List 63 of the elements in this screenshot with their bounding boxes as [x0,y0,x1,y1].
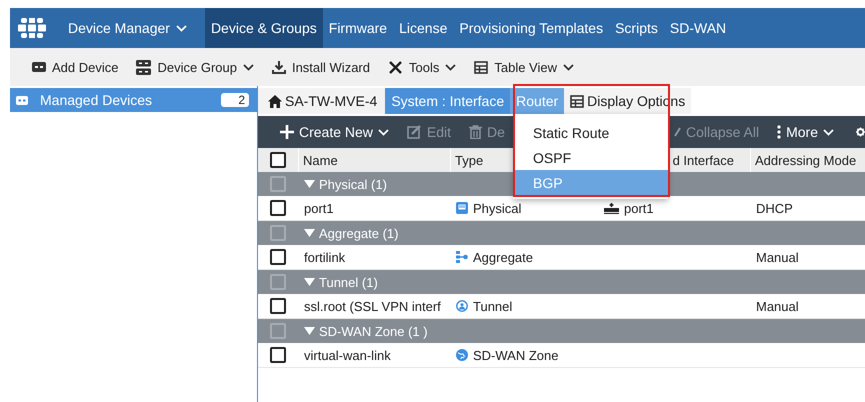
more-icon [777,125,782,139]
checkbox[interactable] [270,249,286,265]
checkbox[interactable] [270,200,286,216]
expanded-triangle-icon [304,278,315,286]
table-cell: SD-WAN Zone [450,348,598,362]
home-icon [268,94,282,108]
expanded-triangle-icon [304,180,315,188]
expanded-triangle-icon [304,229,315,237]
trash-icon [469,125,482,139]
port-icon [456,202,468,214]
table-cell-text: Manual [755,298,800,314]
checkbox[interactable] [270,323,286,339]
checkbox[interactable] [270,176,286,192]
aggregate-icon [456,251,468,263]
server-group-icon [136,60,152,74]
nav-tab[interactable]: Provisioning Templates [453,8,610,48]
toolbar-button[interactable]: Device Group [136,60,254,74]
table-icon [570,94,584,108]
expanded-triangle-icon [304,327,315,335]
toolbar-button[interactable]: More [777,124,834,140]
toolbar-button[interactable]: Tools [388,60,456,74]
nav-tab[interactable]: SD-WAN [664,8,732,48]
checkbox[interactable] [270,347,286,363]
menu-item[interactable]: Static Route [513,120,668,145]
nav-tab[interactable]: Firmware [322,8,394,48]
device-icon [16,96,28,104]
checkbox[interactable] [270,225,286,241]
table-cell: Aggregate [450,250,598,264]
checkbox[interactable] [270,298,286,314]
table-cell-text: Manual [755,250,800,264]
table-icon [474,60,488,74]
logo-icon [18,18,46,38]
nav-tab[interactable]: License [393,8,454,48]
edit-icon [406,125,422,139]
tunnel-icon [456,300,468,312]
globe-icon [456,349,468,361]
nav-tab[interactable]: Scripts [609,8,664,48]
plus-icon [280,125,294,139]
table-cell: Physical [450,200,598,216]
device-icon [32,62,46,72]
table-cell-text: DHCP [755,200,794,216]
table-cell-text: fortilink [303,250,346,264]
toolbar-button[interactable]: Table View [474,60,574,74]
download-icon [272,60,286,74]
nav-tab[interactable]: Device Manager [62,8,205,48]
toolbar-button[interactable]: Create New [280,124,389,140]
table-cell-text: ssl.root (SSL VPN interf [303,298,442,314]
checkbox[interactable] [270,152,286,168]
table-cell: Tunnel [450,298,598,314]
table-cell-text: virtual-wan-link [303,348,392,362]
count-badge: 2 [221,93,249,107]
table-cell-text: port1 [303,200,335,216]
tools-icon [388,60,403,74]
switch-icon [604,202,619,214]
toolbar-button[interactable]: Install Wizard [272,60,370,74]
checkbox[interactable] [270,274,286,290]
sidebar-item[interactable]: Managed Devices 2 [10,88,257,112]
tab[interactable]: SA-TW-MVE-4 [258,88,386,114]
table-cell: port1 [598,200,750,216]
toolbar-button[interactable]: Add Device [32,60,118,74]
sidebar-label: Managed Devices [40,92,154,108]
settings-icon[interactable] [856,125,865,139]
nav-tab[interactable]: Device & Groups [204,8,323,48]
